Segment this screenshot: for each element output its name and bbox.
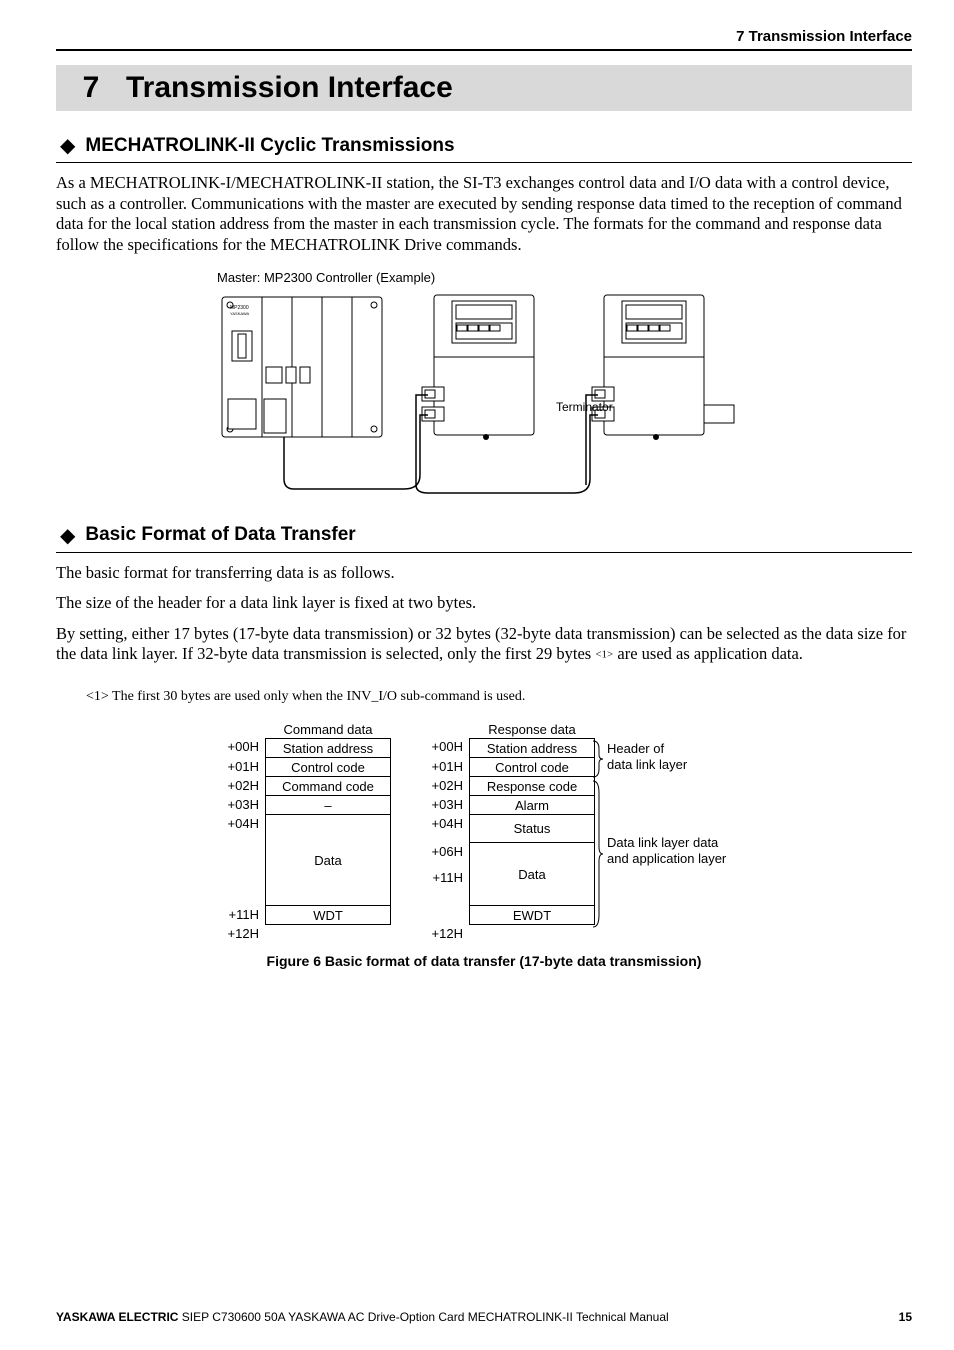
diamond-icon: ◆ [60, 523, 75, 548]
rsp-cell-col: Response data Station address Control co… [469, 719, 595, 945]
addr: +02H [417, 778, 469, 797]
diagram-label: Master: MP2300 Controller (Example) [217, 270, 779, 285]
col-head: Command data [265, 719, 391, 739]
addr: +02H [213, 778, 265, 797]
data-format-table: +00H +01H +02H +03H +04H +11H +12H Comma… [56, 719, 912, 945]
addr [213, 835, 265, 907]
footnote: <1> The first 30 bytes are used only whe… [86, 689, 912, 705]
footer-rest: SIEP C730600 50A YASKAWA AC Drive-Option… [178, 1310, 668, 1324]
running-head: 7 Transmission Interface [56, 28, 912, 49]
col-head: Response data [469, 719, 595, 739]
diamond-icon: ◆ [60, 133, 75, 158]
addr: +00H [213, 739, 265, 759]
annotation: Header of data link layer [607, 741, 687, 772]
network-diagram-svg: MP2300 YASKAWA [204, 289, 764, 499]
paragraph-span: are used as application data. [613, 644, 803, 663]
figure-caption: Figure 6 Basic format of data transfer (… [56, 953, 912, 969]
brace-icon [591, 739, 605, 779]
paragraph: The basic format for transferring data i… [56, 563, 912, 584]
section-heading: ◆ Basic Format of Data Transfer [56, 523, 912, 548]
cell: Data [469, 842, 595, 906]
cell: Station address [469, 738, 595, 758]
annotation: Data link layer data and application lay… [607, 835, 726, 866]
page-footer: YASKAWA ELECTRIC SIEP C730600 50A YASKAW… [56, 1310, 912, 1324]
page-number: 15 [899, 1310, 912, 1324]
addr: +01H [417, 759, 469, 778]
controller-brand: YASKAWA [230, 311, 250, 316]
cell: Status [469, 814, 595, 843]
cmd-addr-col: +00H +01H +02H +03H +04H +11H +12H [213, 719, 265, 945]
chapter-heading: 7 Transmission Interface [56, 65, 912, 111]
rsp-addr-col: +00H +01H +02H +03H +04H +06H +11H +12H [417, 719, 469, 945]
addr: +03H [213, 797, 265, 816]
annotation-col: Header of data link layer Data link laye… [595, 719, 755, 945]
cell: Data [265, 814, 391, 906]
controller-diagram: Master: MP2300 Controller (Example) MP23… [189, 270, 779, 499]
footer-text: YASKAWA ELECTRIC SIEP C730600 50A YASKAW… [56, 1310, 669, 1324]
section-rule [56, 552, 912, 553]
cell: Control code [469, 757, 595, 777]
paragraph: By setting, either 17 bytes (17-byte dat… [56, 624, 912, 665]
running-head-rule [56, 49, 912, 51]
cell: Station address [265, 738, 391, 758]
brace-icon [591, 779, 605, 929]
cell: Response code [469, 776, 595, 796]
addr: +00H [417, 739, 469, 759]
section-heading: ◆ MECHATROLINK-II Cyclic Transmissions [56, 133, 912, 158]
addr: +12H [417, 926, 469, 945]
cell: Alarm [469, 795, 595, 815]
addr: +11H [213, 907, 265, 926]
cell: WDT [265, 905, 391, 925]
section-rule [56, 162, 912, 163]
cell: Command code [265, 776, 391, 796]
chapter-number: 7 [56, 71, 126, 105]
chapter-title: Transmission Interface [126, 71, 453, 105]
paragraph: The size of the header for a data link l… [56, 593, 912, 614]
section-title: Basic Format of Data Transfer [85, 524, 355, 546]
cmd-cell-col: Command data Station address Control cod… [265, 719, 391, 945]
addr: +01H [213, 759, 265, 778]
addr: +12H [213, 926, 265, 945]
cell: – [265, 795, 391, 815]
cell: Control code [265, 757, 391, 777]
section-title: MECHATROLINK-II Cyclic Transmissions [85, 135, 454, 157]
footer-brand: YASKAWA ELECTRIC [56, 1310, 178, 1324]
addr: +04H [417, 816, 469, 844]
footnote-ref: <1> [595, 649, 613, 661]
addr: +03H [417, 797, 469, 816]
addr: +04H [213, 816, 265, 835]
addr: +06H [417, 844, 469, 870]
cell: EWDT [469, 905, 595, 925]
terminator-label: Terminator [556, 400, 613, 414]
addr: +11H [417, 870, 469, 926]
paragraph: As a MECHATROLINK-I/MECHATROLINK-II stat… [56, 173, 912, 256]
